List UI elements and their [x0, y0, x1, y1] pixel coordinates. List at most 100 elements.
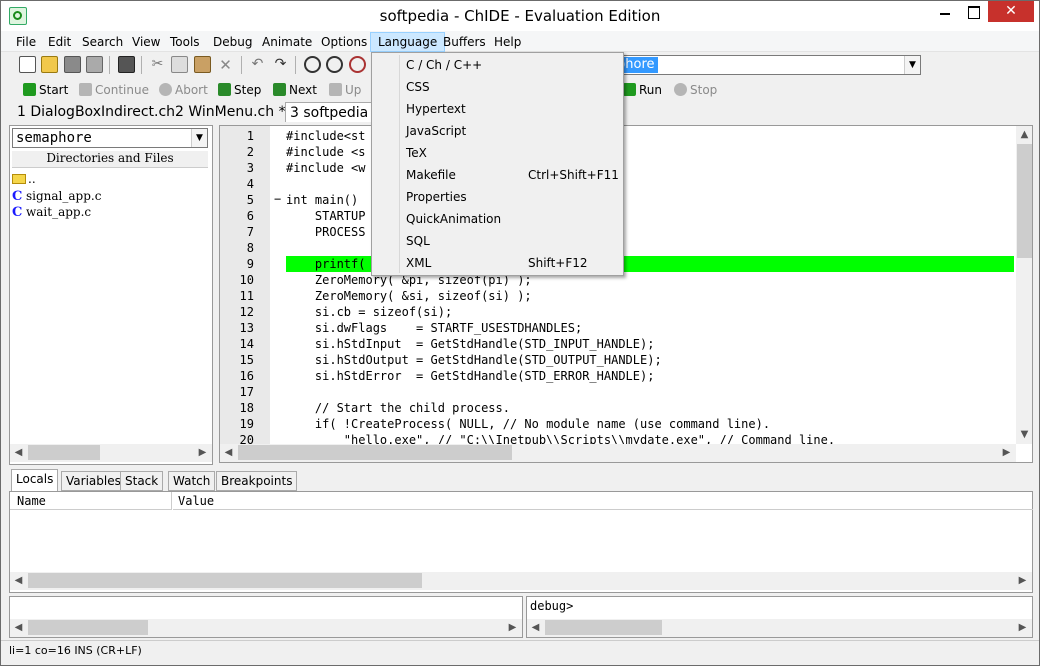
scroll-left-icon[interactable]: ◀ — [10, 572, 27, 589]
scroll-right-icon[interactable]: ▶ — [504, 619, 521, 636]
menu-tools[interactable]: Tools — [163, 33, 207, 51]
menu-help[interactable]: Help — [487, 33, 528, 51]
tree-item-wait-app[interactable]: Cwait_app.c — [12, 204, 91, 220]
scroll-thumb[interactable] — [238, 445, 512, 460]
locals-horizontal-scrollbar[interactable]: ◀ ▶ — [10, 572, 1032, 590]
tab-locals[interactable]: Locals — [11, 469, 59, 492]
language-menu-item[interactable]: TeX — [373, 142, 622, 164]
tab-variables[interactable]: Variables — [61, 471, 126, 491]
minimize-button[interactable] — [931, 1, 959, 23]
chevron-down-icon[interactable]: ▼ — [904, 56, 920, 74]
menu-view[interactable]: View — [125, 33, 167, 51]
copy-icon[interactable] — [171, 56, 188, 73]
scroll-right-icon[interactable]: ▶ — [194, 444, 211, 461]
scroll-thumb[interactable] — [545, 620, 662, 635]
chevron-down-icon[interactable]: ▼ — [191, 129, 207, 147]
search-combo[interactable]: phore ▼ — [613, 55, 921, 75]
file-tab-2[interactable]: 2 WinMenu.ch * — [171, 102, 290, 122]
code-line: // Start the child process. — [286, 401, 510, 415]
menu-options[interactable]: Options — [314, 33, 374, 51]
cut-icon[interactable]: ✂ — [149, 56, 166, 73]
open-folder-icon[interactable] — [41, 56, 58, 73]
maximize-button[interactable] — [959, 1, 987, 23]
debug-console[interactable]: debug> ◀ ▶ — [526, 596, 1033, 638]
language-menu-item[interactable]: C / Ch / C++ — [373, 54, 622, 76]
replace-icon[interactable] — [349, 56, 366, 73]
directory-combo[interactable]: semaphore ▼ — [12, 128, 208, 148]
tab-stack[interactable]: Stack — [120, 471, 164, 491]
redo-icon[interactable]: ↷ — [272, 56, 289, 73]
language-menu-item[interactable]: SQL — [373, 230, 622, 252]
abort-button[interactable]: Abort — [159, 82, 208, 98]
language-menu-item[interactable]: Makefile Ctrl+Shift+F11 — [373, 164, 622, 186]
c-file-icon: C — [12, 205, 23, 220]
scroll-thumb[interactable] — [28, 573, 422, 588]
fold-marker-icon[interactable]: − — [274, 192, 281, 206]
line-number: 9 — [246, 257, 254, 271]
print-icon[interactable] — [118, 56, 135, 73]
delete-icon[interactable]: ✕ — [217, 56, 234, 74]
menu-buffers[interactable]: Buffers — [436, 33, 493, 51]
output-right-scrollbar[interactable]: ◀ ▶ — [527, 619, 1032, 637]
next-button[interactable]: Next — [273, 82, 317, 98]
scroll-thumb[interactable] — [28, 620, 148, 635]
scroll-thumb[interactable] — [28, 445, 100, 460]
undo-icon[interactable]: ↶ — [249, 56, 266, 73]
editor-vertical-scrollbar[interactable]: ▲ ▼ — [1016, 126, 1032, 444]
language-menu-item[interactable]: JavaScript — [373, 120, 622, 142]
find-icon[interactable] — [304, 56, 321, 73]
left-horizontal-scrollbar[interactable]: ◀ ▶ — [10, 444, 212, 462]
title-bar: softpedia - ChIDE - Evaluation Edition ✕ — [1, 1, 1039, 31]
tree-item-parent[interactable]: .. — [12, 171, 36, 187]
code-line: PROCESS — [286, 225, 366, 239]
find-next-icon[interactable] — [326, 56, 343, 73]
scroll-thumb[interactable] — [1017, 144, 1032, 258]
continue-button[interactable]: Continue — [79, 82, 149, 98]
language-menu-item[interactable]: Hypertext — [373, 98, 622, 120]
scroll-right-icon[interactable]: ▶ — [1014, 572, 1031, 589]
scroll-right-icon[interactable]: ▶ — [998, 444, 1015, 461]
editor-horizontal-scrollbar[interactable]: ◀ ▶ — [220, 444, 1016, 462]
paste-icon[interactable] — [194, 56, 211, 73]
stop-button[interactable]: Stop — [674, 82, 717, 98]
file-browser-pane: semaphore ▼ Directories and Files .. Csi… — [9, 125, 213, 465]
scroll-left-icon[interactable]: ◀ — [220, 444, 237, 461]
start-button[interactable]: Start — [23, 82, 68, 98]
tab-breakpoints[interactable]: Breakpoints — [216, 471, 298, 491]
save-icon[interactable] — [64, 56, 81, 73]
menu-debug[interactable]: Debug — [206, 33, 259, 51]
language-menu-item[interactable]: Properties — [373, 186, 622, 208]
window-title: softpedia - ChIDE - Evaluation Edition — [379, 7, 661, 25]
menu-language[interactable]: Language — [370, 32, 446, 52]
column-header-value[interactable]: Value — [173, 492, 1033, 510]
menu-search[interactable]: Search — [75, 33, 130, 51]
up-button[interactable]: Up — [329, 82, 361, 98]
menu-animate[interactable]: Animate — [255, 33, 319, 51]
run-button[interactable]: Run — [623, 82, 662, 98]
language-menu-item[interactable]: CSS — [373, 76, 622, 98]
scroll-right-icon[interactable]: ▶ — [1014, 619, 1031, 636]
tab-watch[interactable]: Watch — [168, 471, 216, 491]
language-menu-item[interactable]: QuickAnimation — [373, 208, 622, 230]
language-menu-item-label: Makefile — [406, 168, 456, 182]
line-number: 5 — [246, 193, 254, 207]
scroll-left-icon[interactable]: ◀ — [10, 444, 27, 461]
output-pane-left[interactable]: ◀ ▶ — [9, 596, 523, 638]
scroll-up-icon[interactable]: ▲ — [1016, 126, 1032, 143]
new-file-icon[interactable] — [19, 56, 36, 73]
step-button[interactable]: Step — [218, 82, 261, 98]
language-menu-item[interactable]: XML Shift+F12 — [373, 252, 622, 274]
scroll-left-icon[interactable]: ◀ — [10, 619, 27, 636]
save-all-icon[interactable] — [86, 56, 103, 73]
scroll-left-icon[interactable]: ◀ — [527, 619, 544, 636]
scroll-down-icon[interactable]: ▼ — [1016, 426, 1032, 443]
file-tab-1[interactable]: 1 DialogBoxIndirect.ch — [13, 102, 179, 122]
tree-item-signal-app[interactable]: Csignal_app.c — [12, 188, 101, 204]
close-button[interactable]: ✕ — [988, 1, 1034, 22]
file-tab-3[interactable]: 3 softpedia — [285, 102, 374, 122]
column-header-name[interactable]: Name — [10, 492, 172, 510]
code-editor[interactable]: 1 2 3 4 5 6 7 8 9 10 11 12 13 14 15 16 17 18 19 20 − #inclu… — [219, 125, 1033, 463]
menu-file[interactable]: File — [9, 33, 43, 51]
output-left-scrollbar[interactable]: ◀ ▶ — [10, 619, 522, 637]
menu-edit[interactable]: Edit — [41, 33, 78, 51]
